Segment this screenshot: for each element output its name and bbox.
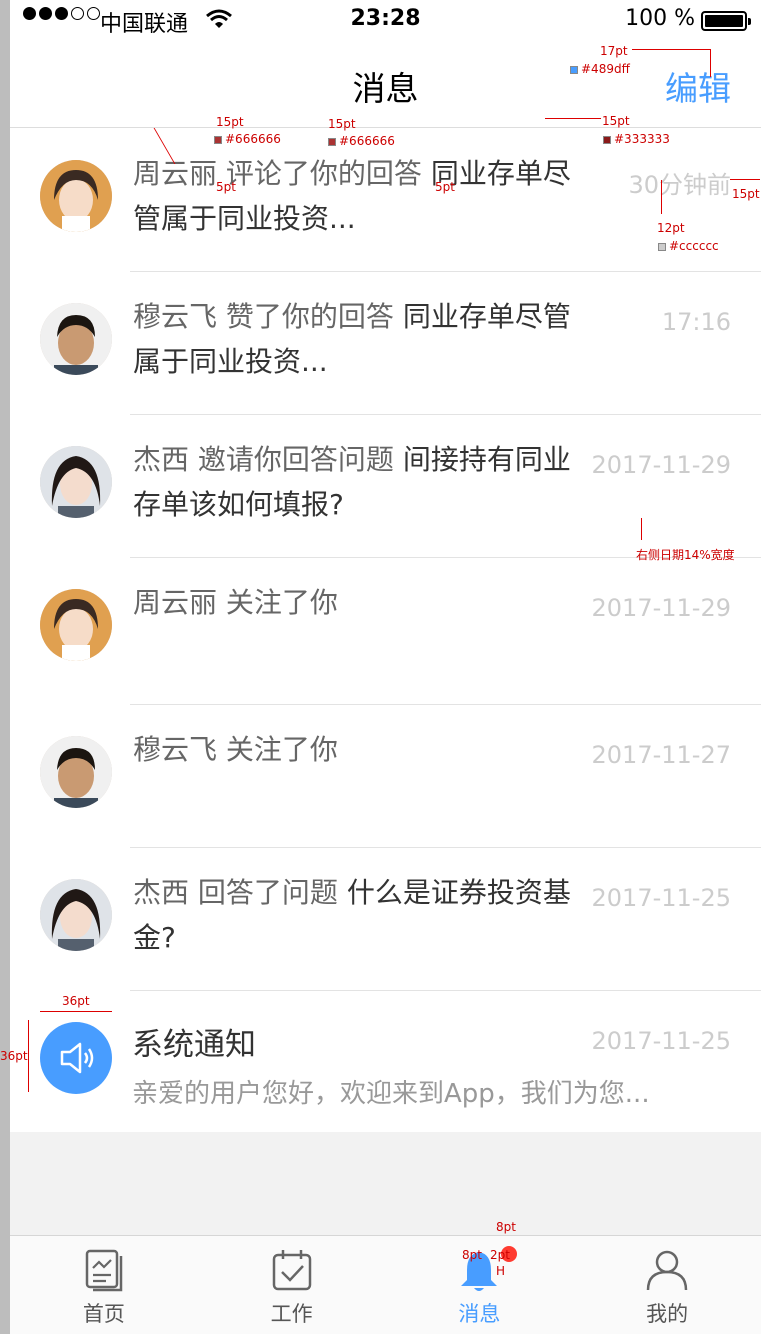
message-time: 2017-11-29: [591, 594, 731, 622]
message-action: 赞了你的回答: [225, 300, 394, 333]
sender-name: 穆云飞: [133, 733, 218, 766]
message-time: 2017-11-27: [591, 741, 731, 769]
message-text: 杰西 回答了问题 什么是证券投资基金?: [133, 870, 578, 960]
avatar: [40, 879, 112, 951]
annotation-badge-offset: 8pt: [462, 1248, 482, 1262]
speaker-icon: [40, 1022, 112, 1094]
message-item[interactable]: 周云丽 评论了你的回答 同业存单尽管属于同业投资... 30分钟前: [10, 129, 761, 272]
avatar: [40, 160, 112, 232]
home-doc-icon: [85, 1249, 123, 1292]
sender-name: 周云丽: [133, 157, 218, 190]
nav-bar: 消息 编辑: [10, 40, 761, 128]
annotation-line: [632, 49, 710, 50]
message-time: 2017-11-25: [591, 884, 731, 912]
message-action: 回答了问题: [197, 876, 338, 909]
message-text: 杰西 邀请你回答问题 间接持有同业存单该如何填报?: [133, 437, 578, 527]
status-bar: 中国联通 23:28 100 %: [10, 0, 761, 40]
message-text: 穆云飞 关注了你: [133, 727, 578, 772]
message-time: 2017-11-29: [591, 451, 731, 479]
annotation-icon-height: 36pt: [0, 1049, 28, 1063]
system-notice-item[interactable]: 系统通知 亲爱的用户您好，欢迎来到App，我们为您... 2017-11-25: [10, 991, 761, 1132]
battery-icon: [701, 11, 751, 31]
tab-profile[interactable]: 我的: [573, 1236, 761, 1334]
annotation-content-color: #333333: [603, 132, 670, 146]
message-text: 穆云飞 赞了你的回答 同业存单尽管属于同业投资...: [133, 294, 578, 384]
message-item[interactable]: 穆云飞 关注了你 2017-11-27: [10, 705, 761, 848]
message-list: 周云丽 评论了你的回答 同业存单尽管属于同业投资... 30分钟前 穆云飞 赞了…: [10, 129, 761, 1132]
tab-work[interactable]: 工作: [198, 1236, 386, 1334]
sender-name: 杰西: [133, 876, 190, 909]
annotation-date-width: 右侧日期14%宽度: [636, 548, 735, 562]
tab-label: 我的: [646, 1302, 689, 1326]
message-item[interactable]: 穆云飞 赞了你的回答 同业存单尽管属于同业投资... 17:16: [10, 272, 761, 415]
message-text: 周云丽 评论了你的回答 同业存单尽管属于同业投资...: [133, 151, 578, 241]
avatar: [40, 736, 112, 808]
tab-home[interactable]: 首页: [10, 1236, 198, 1334]
annotation-name-color: #666666: [214, 132, 281, 146]
annotation-line: [710, 49, 711, 77]
message-time: 17:16: [661, 308, 731, 336]
phone-screen: 中国联通 23:28 100 % 消息 编辑 周云丽 评论了你的回答 同业存单尽…: [0, 0, 761, 1334]
message-action: 邀请你回答问题: [197, 443, 394, 476]
annotation-line: [28, 1020, 29, 1092]
tab-bar: 首页 工作 消息 我的: [10, 1235, 761, 1334]
message-item[interactable]: 杰西 邀请你回答问题 间接持有同业存单该如何填报? 2017-11-29: [10, 415, 761, 558]
empty-area: [10, 1132, 761, 1235]
annotation-badge-gap: 2pt: [490, 1248, 510, 1262]
annotation-line: [545, 118, 601, 119]
system-notice-preview: 亲爱的用户您好，欢迎来到App，我们为您...: [132, 1079, 650, 1109]
tab-label: 首页: [82, 1302, 125, 1326]
sender-name: 穆云飞: [133, 300, 218, 333]
annotation-line: [40, 1011, 112, 1012]
annotation-content-size: 15pt: [602, 114, 630, 128]
sender-name: 周云丽: [133, 586, 218, 619]
person-icon: [646, 1250, 688, 1291]
annotation-badge-size: 8pt: [496, 1220, 516, 1234]
sender-name: 杰西: [133, 443, 190, 476]
annotation-action-size: 15pt: [328, 117, 356, 131]
annotation-right-margin: 15pt: [732, 187, 760, 201]
annotation-edit-color: #489dff: [570, 62, 630, 76]
annotation-gap-1: 5pt: [216, 180, 236, 194]
calendar-check-icon: [272, 1250, 311, 1291]
message-action: 关注了你: [225, 733, 338, 766]
edit-button[interactable]: 编辑: [665, 62, 731, 110]
annotation-action-color: #666666: [328, 134, 395, 148]
system-notice-title: 系统通知: [132, 1027, 256, 1063]
message-text: 周云丽 关注了你: [133, 580, 578, 625]
message-item[interactable]: 杰西 回答了问题 什么是证券投资基金? 2017-11-25: [10, 848, 761, 991]
message-item[interactable]: 周云丽 关注了你 2017-11-29: [10, 558, 761, 705]
message-time: 2017-11-25: [591, 1027, 731, 1055]
avatar: [40, 303, 112, 375]
annotation-badge-h: H: [496, 1264, 506, 1278]
tab-label: 工作: [270, 1302, 313, 1326]
annotation-line: [641, 518, 642, 540]
annotation-icon-width: 36pt: [62, 994, 90, 1008]
annotation-edit-size: 17pt: [600, 44, 628, 58]
avatar: [40, 589, 112, 661]
battery-percent: 100 %: [625, 6, 695, 31]
annotation-line: [661, 180, 662, 214]
tab-label: 消息: [458, 1302, 501, 1326]
message-action: 关注了你: [225, 586, 338, 619]
avatar: [40, 446, 112, 518]
message-action: 评论了你的回答: [225, 157, 422, 190]
annotation-line: [730, 179, 760, 180]
page-title: 消息: [352, 69, 419, 108]
annotation-gap-2: 5pt: [435, 180, 455, 194]
annotation-time-size: 12pt: [657, 221, 685, 235]
annotation-time-color: #cccccc: [658, 239, 719, 253]
annotation-name-size: 15pt: [216, 115, 244, 129]
message-time: 30分钟前: [628, 171, 731, 199]
